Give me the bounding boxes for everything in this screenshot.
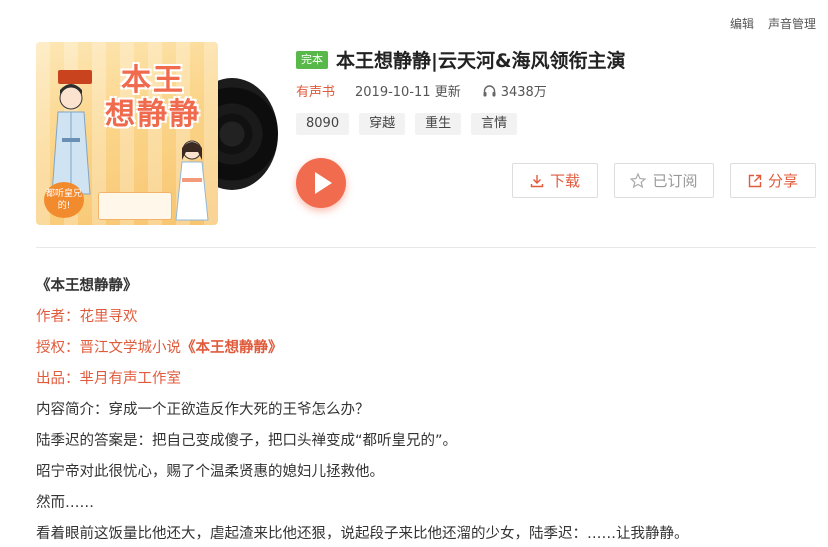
album-title-row: 完本 本王想静静|云天河&海风领衔主演 — [296, 46, 626, 73]
status-badge: 完本 — [296, 50, 328, 69]
tag-8090[interactable]: 8090 — [296, 113, 350, 135]
tag-rebirth[interactable]: 重生 — [415, 113, 462, 135]
headphones-icon — [483, 84, 496, 96]
download-icon — [530, 174, 544, 187]
tag-time-travel[interactable]: 穿越 — [359, 113, 406, 135]
description-line: 然而…… — [36, 495, 94, 511]
download-label: 下载 — [549, 172, 580, 190]
play-count-value: 3438万 — [500, 85, 547, 100]
tag-list: 8090 穿越 重生 言情 — [296, 113, 518, 135]
top-links: 编辑 声音管理 — [730, 15, 816, 32]
album-meta: 有声书 2019-10-11 更新 3438万 — [296, 81, 547, 100]
character-female-icon — [175, 140, 209, 221]
description-license: 授权：晋江文学城小说《本王想静静》 — [36, 340, 283, 356]
description-line: 昭宁帝对此很忧心，赐了个温柔贤惠的媳妇儿拯救他。 — [36, 464, 384, 480]
star-outline-icon — [630, 173, 647, 188]
cover-art: 本王 想静静 都听皇兄的! — [36, 42, 218, 225]
description-producer: 出品：芈月有声工作室 — [36, 371, 181, 387]
subscribed-button[interactable]: 已订阅 — [614, 163, 714, 198]
download-button[interactable]: 下载 — [512, 163, 598, 198]
action-buttons: 下载 已订阅 分享 — [512, 163, 816, 198]
subscribed-label: 已订阅 — [652, 172, 698, 190]
page-title: 本王想静静|云天河&海风领衔主演 — [336, 50, 626, 72]
section-divider — [36, 247, 816, 248]
share-label: 分享 — [767, 172, 798, 190]
cover-footer-band — [98, 192, 172, 220]
cover-tagline: 都听皇兄的! — [44, 182, 84, 218]
edit-link[interactable]: 编辑 — [730, 15, 754, 32]
play-count: 3438万 — [483, 81, 547, 100]
description-line: 陆季迟的答案是：把自己变成傻子，把口头禅变成“都听皇兄的”。 — [36, 433, 458, 449]
share-icon — [748, 174, 762, 187]
play-icon — [315, 172, 332, 194]
album-description: 《本王想静静》 作者：花里寻欢 授权：晋江文学城小说《本王想静静》 出品：芈月有… — [36, 271, 816, 547]
tag-romance[interactable]: 言情 — [471, 113, 518, 135]
description-book-title: 《本王想静静》 — [36, 278, 138, 294]
voice-manage-link[interactable]: 声音管理 — [768, 15, 816, 32]
album-type-link[interactable]: 有声书 — [296, 81, 335, 100]
update-date: 2019-10-11 更新 — [355, 85, 461, 100]
album-cover: 本王 想静静 都听皇兄的! — [36, 42, 278, 225]
play-button[interactable] — [296, 158, 346, 208]
cover-title-art: 本王 想静静 — [105, 63, 201, 132]
description-intro: 内容简介：穿成一个正欲造反作大死的王爷怎么办？ — [36, 402, 370, 418]
description-author: 作者：花里寻欢 — [36, 309, 138, 325]
description-line: 看着眼前这饭量比他还大，虐起渣来比他还狠，说起段子来比他还溜的少女，陆季迟：……… — [36, 526, 689, 542]
share-button[interactable]: 分享 — [730, 163, 816, 198]
